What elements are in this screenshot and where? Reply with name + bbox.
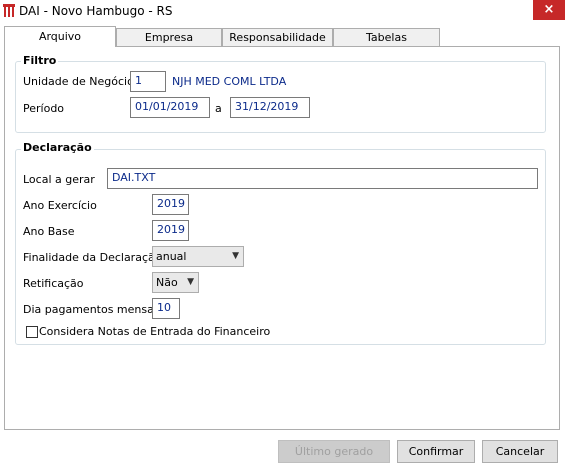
window-title: DAI - Novo Hambugo - RS: [19, 4, 173, 18]
dia-pagamentos-input[interactable]: 10: [152, 298, 180, 319]
retificacao-select[interactable]: Não ▼: [152, 272, 199, 293]
close-button[interactable]: ×: [533, 0, 565, 20]
ano-exercicio-input[interactable]: 2019: [152, 194, 189, 215]
tab-empresa[interactable]: Empresa: [116, 28, 222, 46]
cancelar-button[interactable]: Cancelar: [482, 440, 558, 463]
unidade-input[interactable]: 1: [130, 71, 166, 92]
app-logo-icon: [3, 4, 15, 17]
periodo-inicio-input[interactable]: 01/01/2019: [130, 97, 210, 118]
ano-base-input[interactable]: 2019: [152, 220, 189, 241]
confirmar-button[interactable]: Confirmar: [397, 440, 475, 463]
finalidade-label: Finalidade da Declaração: [23, 251, 162, 264]
periodo-separator: a: [215, 102, 222, 115]
periodo-fim-input[interactable]: 31/12/2019: [230, 97, 310, 118]
finalidade-select[interactable]: anual ▼: [152, 246, 244, 267]
retificacao-label: Retificação: [23, 277, 84, 290]
ano-exercicio-label: Ano Exercício: [23, 199, 97, 212]
chevron-down-icon: ▼: [187, 277, 194, 287]
title-bar: DAI - Novo Hambugo - RS ×: [0, 0, 565, 22]
ultimo-gerado-button[interactable]: Último gerado: [278, 440, 390, 463]
close-icon: ×: [543, 2, 555, 17]
filtro-title: Filtro: [21, 54, 59, 67]
considera-notas-label: Considera Notas de Entrada do Financeiro: [39, 325, 271, 338]
tab-responsabilidade[interactable]: Responsabilidade: [222, 28, 333, 46]
dia-pagamentos-label: Dia pagamentos mensais: [23, 303, 163, 316]
tab-arquivo[interactable]: Arquivo: [4, 26, 116, 47]
periodo-label: Período: [23, 102, 65, 115]
considera-notas-checkbox[interactable]: [26, 326, 38, 338]
local-input[interactable]: DAI.TXT: [107, 168, 538, 189]
unidade-name: NJH MED COML LTDA: [172, 75, 287, 88]
declaracao-title: Declaração: [21, 141, 94, 154]
unidade-label: Unidade de Negócio: [23, 75, 134, 88]
local-label: Local a gerar: [23, 173, 95, 186]
ano-base-label: Ano Base: [23, 225, 75, 238]
tab-tabelas-obrigatorias[interactable]: Tabelas Obrigatórias: [333, 28, 440, 62]
chevron-down-icon: ▼: [232, 251, 239, 261]
